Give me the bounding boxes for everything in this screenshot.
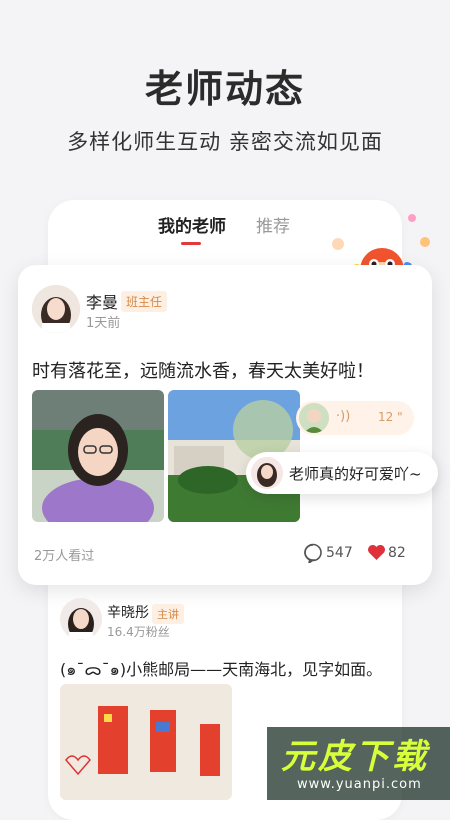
decor-dot [408, 214, 416, 222]
heart-icon[interactable] [367, 544, 386, 561]
tab-recommended[interactable]: 推荐 [256, 212, 290, 237]
voice-duration: 12 " [378, 410, 403, 424]
tab-indicator [181, 242, 201, 245]
decor-dot [420, 237, 430, 247]
like-count: 82 [388, 545, 406, 561]
post-time: 1天前 [86, 316, 121, 331]
teacher-avatar[interactable] [32, 285, 80, 333]
follower-count: 16.4万粉丝 [107, 625, 170, 639]
comment-bubble[interactable]: 老师真的好可爱吖~ [246, 452, 438, 494]
watermark-url: www.yuanpi.com [297, 777, 422, 792]
teacher-name[interactable]: 辛晓彤 [107, 602, 149, 622]
student-avatar [299, 403, 329, 433]
tab-my-teachers[interactable]: 我的老师 [158, 212, 226, 237]
page-title: 老师动态 [144, 67, 305, 111]
tab-bar: 我的老师 推荐 [48, 212, 402, 252]
role-badge: 班主任 [121, 291, 168, 312]
voice-message-bubble[interactable]: ·)) 12 " [296, 401, 414, 435]
teacher-name[interactable]: 李曼 [86, 289, 118, 313]
post-text: (๑¯ᯅ¯๑)小熊邮局——天南海北，见字如面。 [60, 660, 383, 679]
post-photo[interactable] [60, 684, 232, 800]
decor-dot [332, 238, 344, 250]
watermark-logo: 元皮下载 www.yuanpi.com [267, 727, 450, 800]
watermark-title: 元皮下载 [281, 737, 429, 777]
teacher-avatar[interactable] [60, 598, 102, 640]
student-avatar [251, 457, 283, 489]
comment-icon[interactable] [303, 543, 323, 563]
post-text: 时有落花至，远随流水香，春天太美好啦！ [32, 361, 374, 382]
post-photo[interactable] [32, 390, 164, 522]
page-subtitle: 多样化师生互动 亲密交流如见面 [67, 130, 383, 154]
role-badge: 主讲 [152, 604, 184, 624]
comment-count: 547 [326, 545, 353, 561]
voice-wave-icon: ·)) [336, 409, 351, 424]
view-count: 2万人看过 [34, 549, 95, 564]
comment-text: 老师真的好可爱吖~ [289, 465, 422, 483]
